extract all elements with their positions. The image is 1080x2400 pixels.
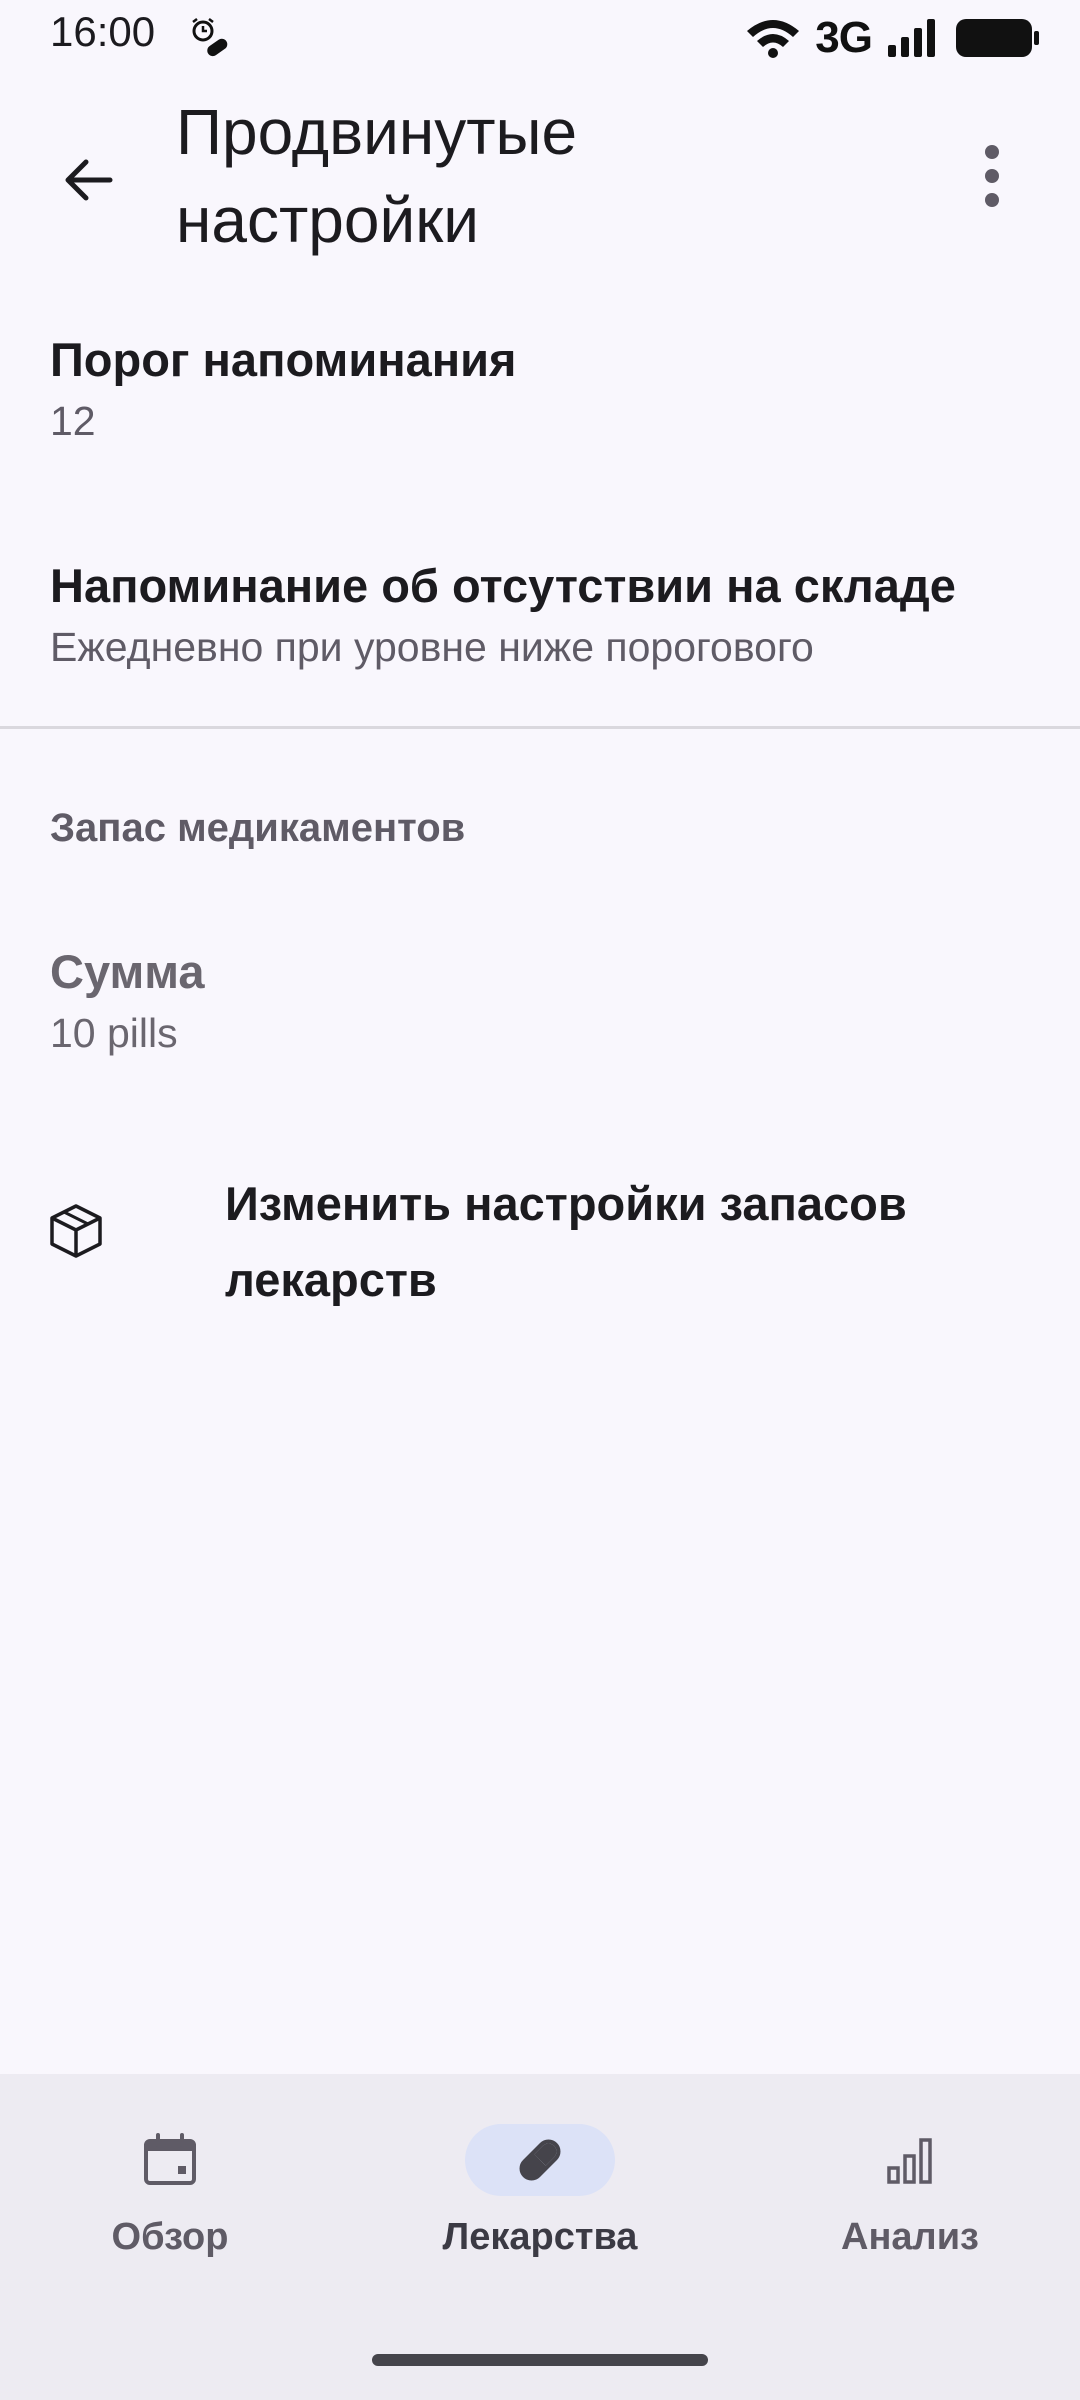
stock-amount-value: 10 pills <box>50 1010 178 1056</box>
more-options-button[interactable] <box>960 136 1024 216</box>
edit-stock-settings-label: Изменить настройки запасов лекарств <box>225 1177 907 1306</box>
nav-label-medications: Лекарства <box>442 2216 638 2258</box>
nav-label-analysis: Анализ <box>841 2216 979 2258</box>
nav-item-analysis[interactable]: Анализ <box>790 2110 1030 2280</box>
stock-amount-title: Сумма <box>50 945 205 998</box>
status-time: 16:00 <box>50 8 156 55</box>
alarm-icon <box>192 18 228 57</box>
battery-icon <box>956 19 1039 57</box>
home-indicator[interactable] <box>372 2354 708 2366</box>
page-title-line1: Продвинутые <box>176 96 578 168</box>
nav-item-overview[interactable]: Обзор <box>50 2110 290 2280</box>
stock-section-header: Запас медикаментов <box>50 806 466 850</box>
active-indicator <box>465 2124 615 2196</box>
back-button[interactable] <box>48 140 128 220</box>
package-icon <box>46 1200 106 1260</box>
status-right-group: 3G <box>745 13 1040 62</box>
network-type: 3G <box>815 13 873 62</box>
bar-chart-icon <box>887 2138 932 2184</box>
wifi-icon <box>747 20 800 58</box>
calendar-icon <box>144 2133 196 2185</box>
section-divider <box>0 726 1080 729</box>
signal-icon <box>888 19 935 57</box>
out-of-stock-reminder-value: Ежедневно при уровне ниже порогового <box>50 624 814 670</box>
status-notification-icons <box>188 16 232 60</box>
nav-label-overview: Обзор <box>111 2216 229 2258</box>
page-title-line2: настройки <box>176 184 479 256</box>
reminder-threshold-title: Порог напоминания <box>50 333 517 386</box>
arrow-back-icon <box>65 159 113 201</box>
page-title: Продвинутые настройки <box>176 88 876 264</box>
nav-item-medications[interactable]: Лекарства <box>420 2110 660 2280</box>
more-vert-icon <box>985 145 999 207</box>
pill-icon <box>519 2139 561 2181</box>
pill-notification-icon <box>207 38 228 57</box>
out-of-stock-reminder-title: Напоминание об отсутствии на складе <box>50 559 956 612</box>
reminder-threshold-value: 12 <box>50 398 96 444</box>
